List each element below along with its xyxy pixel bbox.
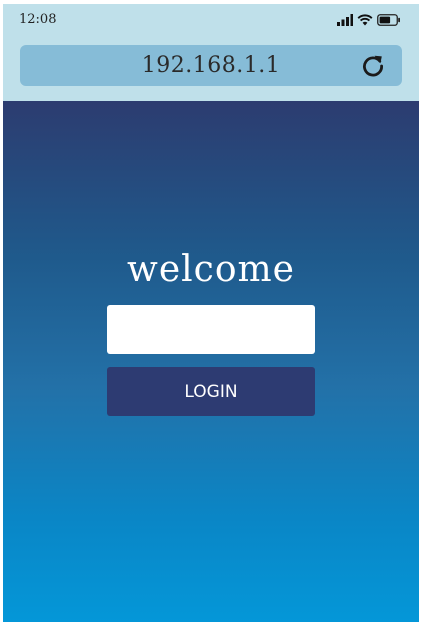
address-bar[interactable]: 192.168.1.1 [20,45,402,86]
wifi-icon [357,14,373,26]
login-panel: welcome LOGIN [3,101,419,622]
status-icons [337,13,401,27]
login-input[interactable] [107,305,315,354]
reload-icon[interactable] [360,53,386,79]
signal-icon [337,14,353,26]
status-bar: 12:08 [3,4,419,38]
welcome-heading: welcome [127,249,295,290]
battery-icon [377,14,400,26]
status-time: 12:08 [19,12,57,27]
login-button[interactable]: LOGIN [107,367,315,416]
phone-screen: 12:08 192.168.1.1 welcome LOGIN [3,4,419,622]
url-text[interactable]: 192.168.1.1 [20,45,402,86]
